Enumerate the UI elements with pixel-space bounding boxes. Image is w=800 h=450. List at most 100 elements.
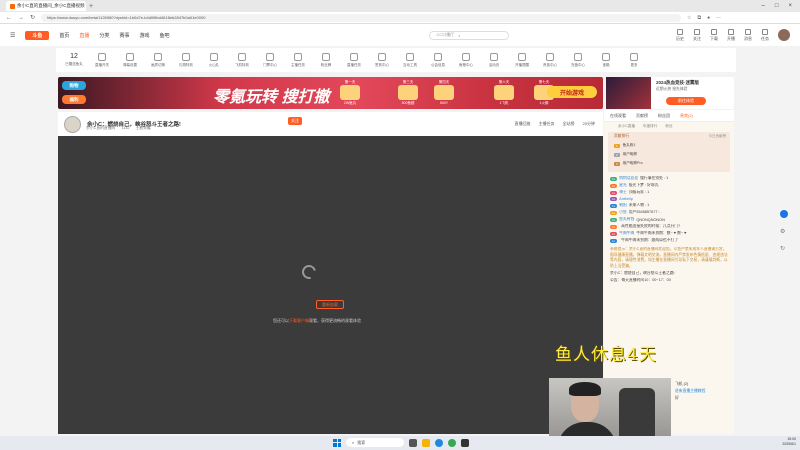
history-button[interactable]: 历史 bbox=[676, 28, 684, 42]
chat-username[interactable]: 悄悄话丝丝 bbox=[619, 176, 638, 181]
chat-message[interactable]: Lv 星光 极光下梦 : 好耶丸 bbox=[610, 183, 728, 188]
chat-username[interactable]: 鱼丸有钱 bbox=[619, 217, 634, 222]
rank-row[interactable]: 3 用户昵称Pro bbox=[614, 161, 643, 166]
sub-tab-yearly[interactable]: 年度排行 bbox=[643, 124, 657, 129]
rank-right-label[interactable]: 今日贡献榜 bbox=[709, 134, 727, 139]
follow-button[interactable]: 关注 bbox=[288, 117, 302, 125]
side-promo-card[interactable]: 2024热血竞技·迷雾版 近期火热 抢先体验 前往体验 bbox=[606, 77, 734, 109]
search-icon[interactable]: ⌕ bbox=[458, 33, 460, 38]
toolbar-item[interactable]: 宝箱 bbox=[592, 52, 620, 68]
user-avatar[interactable] bbox=[778, 29, 790, 41]
chrome-icon[interactable] bbox=[448, 438, 456, 447]
video-player[interactable]: 重新加载 您还可以下载客户端观看，获得更流畅的观看体验 bbox=[58, 136, 603, 434]
banner-welfare-button[interactable]: 福利 bbox=[62, 95, 86, 104]
chat-message[interactable]: Lv 牛肉牛肉 牛肉牛肉未到期：数~ ♥ 数~ ♥ bbox=[610, 231, 728, 236]
chat-message[interactable]: Lv 骑士 顶级玩家 : 1 bbox=[610, 190, 728, 195]
toolbar-item[interactable]: 更多 bbox=[620, 52, 648, 68]
nav-home[interactable]: 首页 bbox=[59, 32, 69, 39]
sub-tab-stream[interactable]: 余小C直播 bbox=[618, 124, 635, 129]
event-banner[interactable]: 购物 福利 零氪玩转 搜打撤 第一天 2W鱼丸 第三天 500鱼翅 第四天 500Y 第六天… bbox=[58, 77, 603, 109]
chat-message[interactable]: Lv 朝阳 未来人物 : 1 bbox=[610, 203, 728, 208]
room-game[interactable]: 王者荣耀 bbox=[136, 126, 151, 131]
back-icon[interactable]: ← bbox=[6, 15, 12, 21]
toolbar-item[interactable]: 门票中心 bbox=[256, 52, 284, 68]
streamer-tasks[interactable]: 主播任务 bbox=[539, 121, 555, 127]
toolbar-item[interactable]: 粉丝牌 bbox=[312, 52, 340, 68]
toolbar-item[interactable]: 直播开关 bbox=[88, 52, 116, 68]
douyu-logo[interactable]: 斗鱼 bbox=[25, 30, 50, 40]
mini-chat-link[interactable]: 进来直播主播教程 bbox=[675, 389, 727, 394]
file-explorer-icon[interactable] bbox=[422, 438, 430, 447]
reward-item[interactable]: 第三天 500鱼翅 bbox=[396, 80, 420, 106]
toolbar-item[interactable]: 贵族中心 bbox=[536, 52, 564, 68]
tab-online[interactable]: 在线观看 bbox=[610, 113, 626, 119]
nav-games[interactable]: 游戏 bbox=[139, 32, 149, 39]
new-tab-button[interactable]: + bbox=[89, 3, 93, 10]
banner-shop-button[interactable]: 购物 bbox=[62, 81, 86, 90]
menu-icon[interactable]: ⋯ bbox=[716, 15, 721, 21]
close-window-button[interactable]: × bbox=[788, 3, 792, 9]
settings-icon[interactable]: ⚙ bbox=[780, 228, 788, 235]
chat-username[interactable]: Anthelip bbox=[619, 197, 633, 201]
tab-vip[interactable]: 贵宾(2) bbox=[680, 113, 693, 119]
reload-icon[interactable]: ↻ bbox=[30, 14, 35, 21]
nav-events[interactable]: 赛事 bbox=[119, 32, 129, 39]
reward-item[interactable]: 第一天 2W鱼丸 bbox=[338, 80, 362, 106]
toolbar-item[interactable]: 签到中心 bbox=[368, 52, 396, 68]
toolbar-item[interactable]: 公会信息 bbox=[424, 52, 452, 68]
toolbar-item[interactable]: 互动工具 bbox=[396, 52, 424, 68]
chat-username[interactable]: 小鱼 bbox=[619, 210, 627, 215]
room-owner[interactable]: 余小C直的直播间 bbox=[86, 126, 115, 131]
chat-message[interactable]: Lv 悄悄话丝丝 懂行事在别处 : 1 bbox=[610, 176, 728, 181]
toolbar-item[interactable]: 主播任务 bbox=[284, 52, 312, 68]
forward-icon[interactable]: → bbox=[18, 15, 24, 21]
copilot-icon[interactable] bbox=[780, 210, 788, 218]
chat-username[interactable]: 朝阳 bbox=[619, 203, 627, 208]
toolbar-item[interactable]: 火山礼 bbox=[200, 52, 228, 68]
reward-item[interactable]: 第四天 500Y bbox=[432, 80, 456, 106]
site-search-input[interactable]: CC口播厅 ⌕ bbox=[429, 30, 510, 40]
reload-button[interactable]: 重新加载 bbox=[316, 300, 344, 309]
rank-link[interactable]: 全站榜 bbox=[563, 121, 575, 127]
promo-button[interactable]: 前往体验 bbox=[666, 97, 706, 105]
chat-message[interactable]: Lv 小鱼 用户5545857677 : . bbox=[610, 210, 728, 215]
toolbar-item[interactable]: 活动页 bbox=[480, 52, 508, 68]
sub-tab-fans[interactable]: 粉丝 bbox=[665, 124, 672, 129]
follow-list-button[interactable]: 关注 bbox=[693, 28, 701, 42]
minimize-button[interactable]: – bbox=[762, 3, 765, 9]
toolbar-item[interactable]: 直播任务 bbox=[340, 52, 368, 68]
tab-contribution[interactable]: 贡献榜 bbox=[636, 113, 648, 119]
maximize-button[interactable]: □ bbox=[775, 3, 779, 9]
hamburger-icon[interactable]: ☰ bbox=[10, 32, 15, 39]
toolbar-item[interactable]: 画质切换 bbox=[144, 52, 172, 68]
chat-message[interactable]: Lv 鱼丸有钱 QNONQNONON bbox=[610, 217, 728, 222]
replay-link[interactable]: 直播回放 bbox=[515, 121, 531, 127]
toolbar-item[interactable]: 弹幕设置 bbox=[116, 52, 144, 68]
toolbar-item[interactable]: 礼物特效 bbox=[172, 52, 200, 68]
url-field[interactable]: https://www.douyu.com/beta/1126960?dyshi… bbox=[41, 13, 682, 22]
profile-icon[interactable]: ● bbox=[707, 15, 710, 21]
task-view-icon[interactable] bbox=[409, 438, 417, 447]
nav-category[interactable]: 分类 bbox=[99, 32, 109, 39]
toolbar-item[interactable]: 开播提醒 bbox=[508, 52, 536, 68]
chat-message[interactable]: Lv 高性能连接失败的时候：几点开门? bbox=[610, 224, 728, 229]
nav-yuba[interactable]: 鱼吧 bbox=[159, 32, 169, 39]
tasks-button[interactable]: 任务 bbox=[761, 28, 769, 42]
banner-start-button[interactable]: 开始游戏 bbox=[547, 86, 597, 98]
download-button[interactable]: 下载 bbox=[710, 28, 718, 42]
fishball-counter[interactable]: 12 已赠送鱼丸 bbox=[60, 53, 88, 67]
browser-tab[interactable]: 余小C直的直播间_余小C直播视频 × bbox=[6, 1, 86, 11]
chat-username[interactable]: 星光 bbox=[619, 183, 627, 188]
toolbar-item[interactable]: 充值中心 bbox=[564, 52, 592, 68]
toolbar-item[interactable]: 鱼粮中心 bbox=[452, 52, 480, 68]
refresh-side-icon[interactable]: ↻ bbox=[780, 245, 788, 252]
go-live-button[interactable]: 开播 bbox=[727, 28, 735, 42]
rank-row[interactable]: 1 鱼丸粉1 bbox=[614, 143, 635, 148]
nav-live[interactable]: 直播 bbox=[79, 32, 89, 39]
star-icon[interactable]: ☆ bbox=[687, 15, 691, 21]
streamer-avatar[interactable] bbox=[64, 115, 81, 133]
windows-start-icon[interactable] bbox=[333, 438, 341, 447]
download-client-link[interactable]: 下载客户端 bbox=[289, 318, 309, 323]
chat-message[interactable]: Lv Anthelip bbox=[610, 197, 728, 201]
rank-row[interactable]: 2 用户昵称 bbox=[614, 152, 637, 157]
